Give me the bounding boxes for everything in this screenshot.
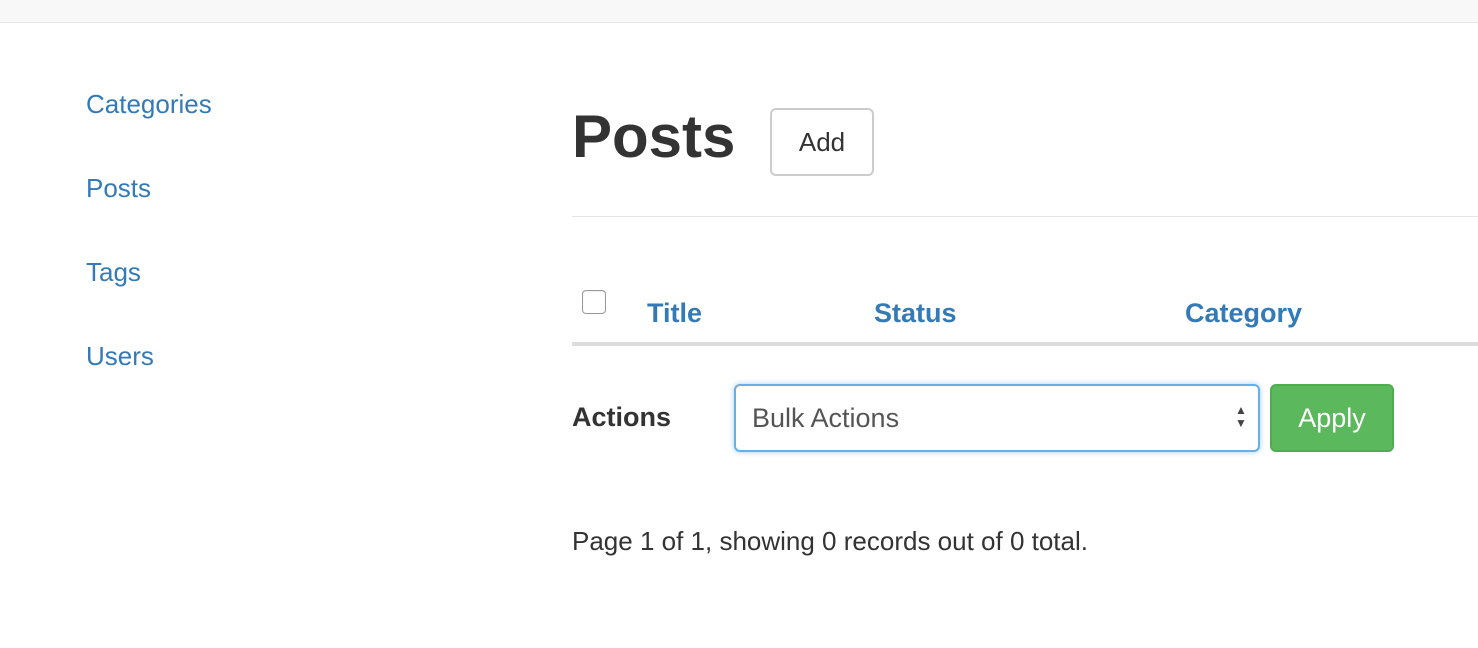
sidebar-item-users[interactable]: Users [86,340,386,424]
bulk-actions-select-value: Bulk Actions [752,403,900,433]
column-header-category[interactable]: Category [1185,296,1302,330]
sidebar-item-categories[interactable]: Categories [86,88,386,172]
chevron-up-down-icon: ▲ ▼ [1235,403,1247,430]
sidebar-item-posts[interactable]: Posts [86,172,386,256]
sidebar-item-tags[interactable]: Tags [86,256,386,340]
bulk-actions-select[interactable]: Bulk Actions ▲ ▼ [734,384,1260,452]
table-header: Title Status Category [572,270,1478,346]
bulk-actions-row: Actions Bulk Actions ▲ ▼ Apply [572,384,1478,452]
add-button[interactable]: Add [770,108,874,176]
select-all-checkbox[interactable] [582,290,606,314]
column-header-title[interactable]: Title [647,296,702,330]
apply-button[interactable]: Apply [1270,384,1394,452]
sidebar: Categories Posts Tags Users [86,88,386,424]
page-header: Posts Add [572,100,1478,217]
page-title: Posts [572,103,736,170]
top-navbar [0,0,1478,23]
column-header-status[interactable]: Status [874,296,957,330]
pagination-summary: Page 1 of 1, showing 0 records out of 0 … [572,526,1088,556]
actions-label: Actions [572,402,672,432]
